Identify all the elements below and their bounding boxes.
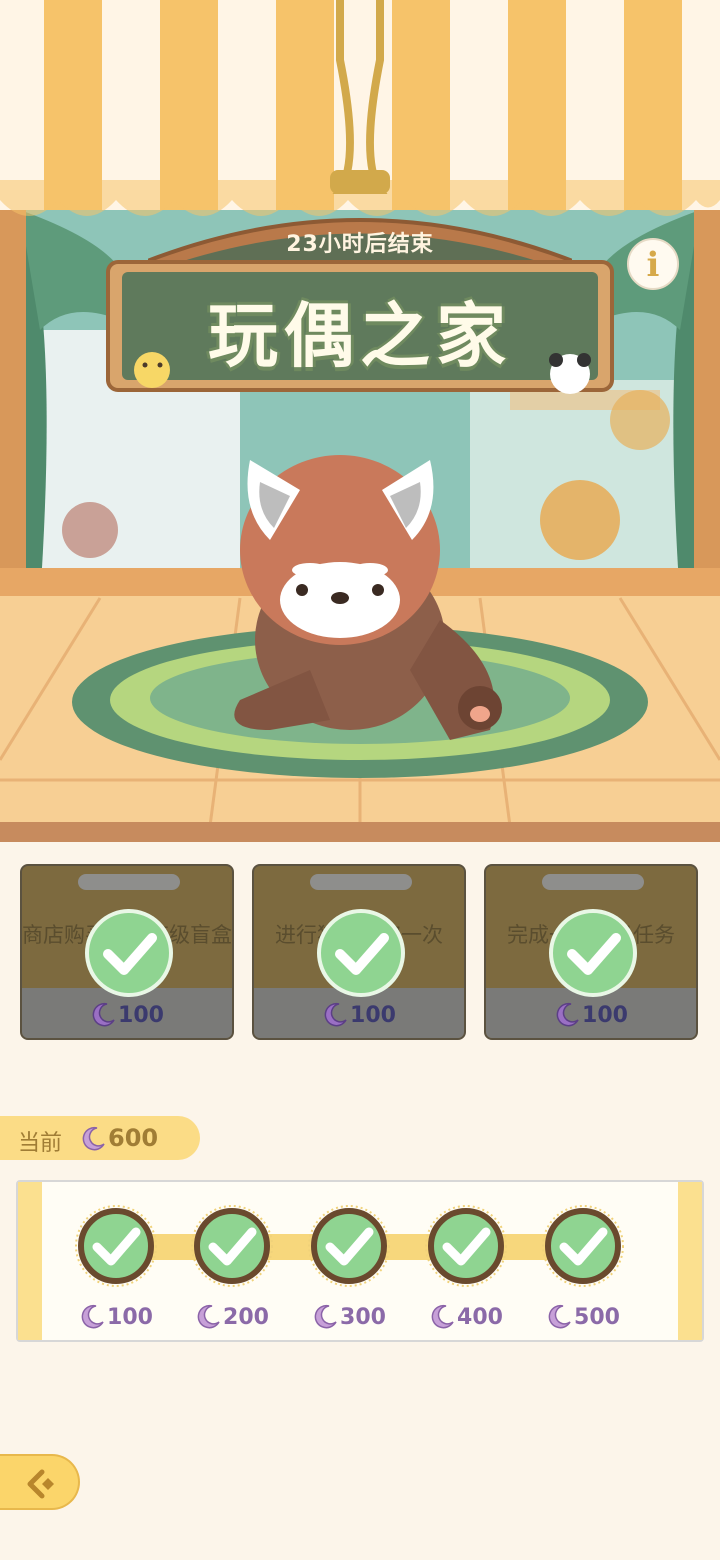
checkmark-icon xyxy=(191,1205,273,1287)
moon-icon xyxy=(556,1002,579,1027)
current-value: 600 xyxy=(80,1124,158,1152)
moon-icon xyxy=(548,1304,571,1329)
milestone-reward: 100 xyxy=(66,1304,166,1330)
back-button[interactable] xyxy=(0,1454,80,1510)
event-timer: 23小时后结束 xyxy=(286,232,434,257)
checkmark-icon xyxy=(308,1205,390,1287)
milestone-1[interactable]: 100 xyxy=(66,1200,166,1340)
moon-icon xyxy=(314,1304,337,1329)
checkmark-icon xyxy=(425,1205,507,1287)
checkmark-icon xyxy=(75,1205,157,1287)
milestone-2[interactable]: 200 xyxy=(182,1200,282,1340)
track-right-edge xyxy=(678,1182,702,1340)
moon-icon xyxy=(92,1002,115,1027)
task-reward-amount: 100 xyxy=(582,1003,628,1028)
milestone-reward: 300 xyxy=(299,1304,399,1330)
task-reward: 100 xyxy=(486,1002,696,1028)
event-title: 玩偶之家 xyxy=(208,295,512,377)
task-card-1[interactable]: 商店购买一次高级盲盒兑换券 100 xyxy=(20,864,234,1040)
checkmark-icon xyxy=(542,1205,624,1287)
current-amount: 600 xyxy=(108,1124,159,1152)
milestone-amount: 400 xyxy=(457,1305,503,1330)
milestone-amount: 500 xyxy=(574,1305,620,1330)
milestone-reward: 500 xyxy=(533,1304,633,1330)
task-card-tab xyxy=(542,874,644,890)
moon-icon xyxy=(431,1304,454,1329)
milestone-amount: 100 xyxy=(107,1305,153,1330)
milestone-3[interactable]: 300 xyxy=(299,1200,399,1340)
moon-icon xyxy=(324,1002,347,1027)
checkmark-icon xyxy=(85,909,173,997)
current-label: 当前 xyxy=(18,1131,63,1156)
moon-icon xyxy=(197,1304,220,1329)
moon-icon xyxy=(82,1126,105,1151)
milestone-amount: 300 xyxy=(340,1305,386,1330)
milestone-reward: 200 xyxy=(182,1304,282,1330)
current-points: 当前 600 xyxy=(0,1116,200,1160)
milestone-5[interactable]: 500 xyxy=(533,1200,633,1340)
task-card-2[interactable]: 进行猫力领取一次 100 xyxy=(252,864,466,1040)
info-button[interactable]: i xyxy=(627,238,679,290)
shop-scene: 23小时后结束 玩偶之家 i xyxy=(0,0,720,842)
info-icon: i xyxy=(646,245,660,285)
task-reward-amount: 100 xyxy=(350,1003,396,1028)
track-left-edge xyxy=(18,1182,42,1340)
red-panda-plush[interactable] xyxy=(210,430,520,750)
milestone-reward: 400 xyxy=(416,1304,516,1330)
milestone-4[interactable]: 400 xyxy=(416,1200,516,1340)
milestone-amount: 200 xyxy=(223,1305,269,1330)
moon-icon xyxy=(81,1304,104,1329)
checkmark-icon xyxy=(317,909,405,997)
task-card-tab xyxy=(78,874,180,890)
task-reward: 100 xyxy=(254,1002,464,1028)
back-arrow-icon xyxy=(27,1469,54,1499)
task-card-3[interactable]: 完成一次每日任务 100 xyxy=(484,864,698,1040)
task-reward: 100 xyxy=(22,1002,232,1028)
task-reward-amount: 100 xyxy=(118,1003,164,1028)
task-card-tab xyxy=(310,874,412,890)
checkmark-icon xyxy=(549,909,637,997)
